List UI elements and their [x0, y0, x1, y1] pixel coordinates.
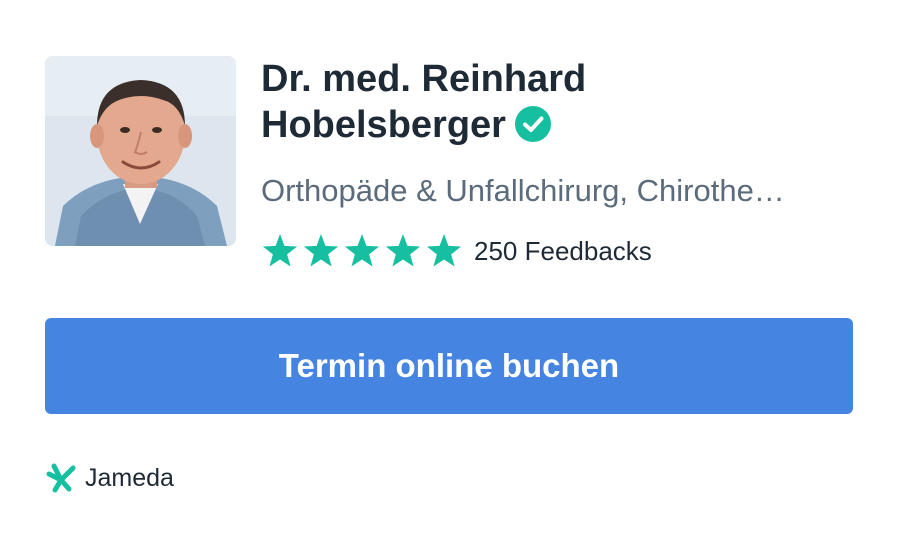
verified-check-icon — [514, 106, 551, 142]
doctor-name-line1: Dr. med. Reinhard — [261, 58, 587, 100]
doctor-portrait — [45, 56, 236, 246]
rating-row[interactable]: 250 Feedbacks — [261, 229, 652, 273]
feedback-count: 250 Feedbacks — [474, 235, 652, 266]
star-icon — [344, 234, 380, 267]
doctor-name-line2-wrap: Hobelsberger — [261, 102, 861, 148]
star-icon — [385, 234, 421, 267]
doctor-name[interactable]: Dr. med. Reinhard Hobelsberger — [261, 56, 861, 148]
star-rating — [261, 232, 466, 270]
doctor-specialty: Orthopäde & Unfallchirurg, Chirothe… — [261, 173, 785, 208]
doctor-photo[interactable] — [45, 56, 236, 246]
star-icon — [262, 234, 298, 267]
brand-name: Jameda — [85, 463, 174, 492]
star-icon — [303, 234, 339, 267]
doctor-name-line2: Hobelsberger — [261, 104, 506, 146]
book-appointment-button[interactable]: Termin online buchen — [45, 318, 853, 414]
jameda-logo-icon — [46, 463, 76, 493]
brand[interactable]: Jameda — [45, 460, 174, 496]
star-icon — [426, 234, 462, 267]
doctor-card: Dr. med. Reinhard Hobelsberger Orthopäde… — [0, 0, 898, 548]
